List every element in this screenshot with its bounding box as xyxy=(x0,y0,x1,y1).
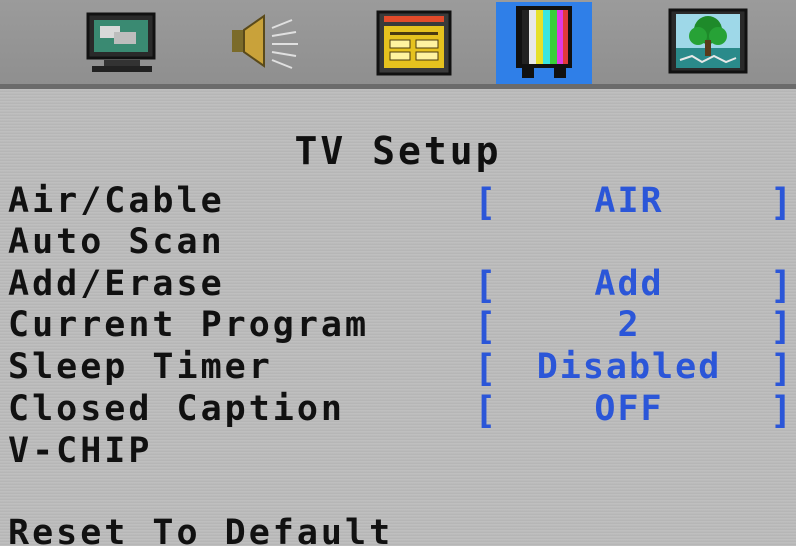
add-erase-value[interactable]: Add xyxy=(494,264,764,304)
menu-item-reset-to-default[interactable]: Reset To Default xyxy=(8,513,788,546)
menu-item-label: Reset To Default xyxy=(8,513,394,546)
display-icon xyxy=(86,12,156,72)
value-bracket-close: ] xyxy=(770,305,793,348)
program-guide-icon xyxy=(376,10,452,76)
sleep-timer-value[interactable]: Disabled xyxy=(494,347,764,387)
tab-tv-setup[interactable] xyxy=(496,2,592,84)
picture-tree-icon xyxy=(668,8,748,74)
menu-item-add-erase[interactable]: Add/Erase [ Add ] xyxy=(8,264,792,307)
tv-color-bars-icon xyxy=(516,6,572,78)
menu-item-sleep-timer[interactable]: Sleep Timer [ Disabled ] xyxy=(8,347,792,390)
tv-setup-menu: TV Setup Air/Cable [ AIR ] Auto Scan Add… xyxy=(0,89,796,546)
value-bracket-open: [ xyxy=(474,181,497,224)
menu-item-label: Add/Erase xyxy=(8,264,225,304)
value-bracket-close: ] xyxy=(770,181,793,224)
current-program-value[interactable]: 2 xyxy=(494,305,764,345)
value-bracket-close: ] xyxy=(770,389,793,432)
icon-menu-bar xyxy=(0,0,796,84)
menu-item-label: Sleep Timer xyxy=(8,347,273,387)
tab-audio[interactable] xyxy=(212,4,308,82)
value-bracket-open: [ xyxy=(474,347,497,390)
menu-item-label: Closed Caption xyxy=(8,389,346,429)
value-bracket-close: ] xyxy=(770,347,793,390)
menu-item-closed-caption[interactable]: Closed Caption [ OFF ] xyxy=(8,389,792,432)
value-bracket-open: [ xyxy=(474,389,497,432)
menu-title: TV Setup xyxy=(294,129,502,173)
tab-picture[interactable] xyxy=(662,4,758,82)
speaker-icon xyxy=(232,14,298,69)
value-bracket-open: [ xyxy=(474,305,497,348)
menu-item-label: Current Program xyxy=(8,305,370,345)
value-bracket-close: ] xyxy=(770,264,793,307)
tv-osd-screen: TV Setup Air/Cable [ AIR ] Auto Scan Add… xyxy=(0,0,796,546)
air-cable-value[interactable]: AIR xyxy=(494,181,764,221)
menu-item-air-cable[interactable]: Air/Cable [ AIR ] xyxy=(8,181,792,224)
menu-item-label: Air/Cable xyxy=(8,181,225,221)
menu-item-v-chip[interactable]: V-CHIP xyxy=(8,431,788,473)
tab-display[interactable] xyxy=(74,4,170,82)
menu-item-label: Auto Scan xyxy=(8,222,225,262)
tab-guide[interactable] xyxy=(366,4,462,82)
menu-item-auto-scan[interactable]: Auto Scan xyxy=(8,222,788,264)
value-bracket-open: [ xyxy=(474,264,497,307)
menu-item-label: V-CHIP xyxy=(8,431,153,471)
menu-item-current-program[interactable]: Current Program [ 2 ] xyxy=(8,305,792,348)
closed-caption-value[interactable]: OFF xyxy=(494,389,764,429)
